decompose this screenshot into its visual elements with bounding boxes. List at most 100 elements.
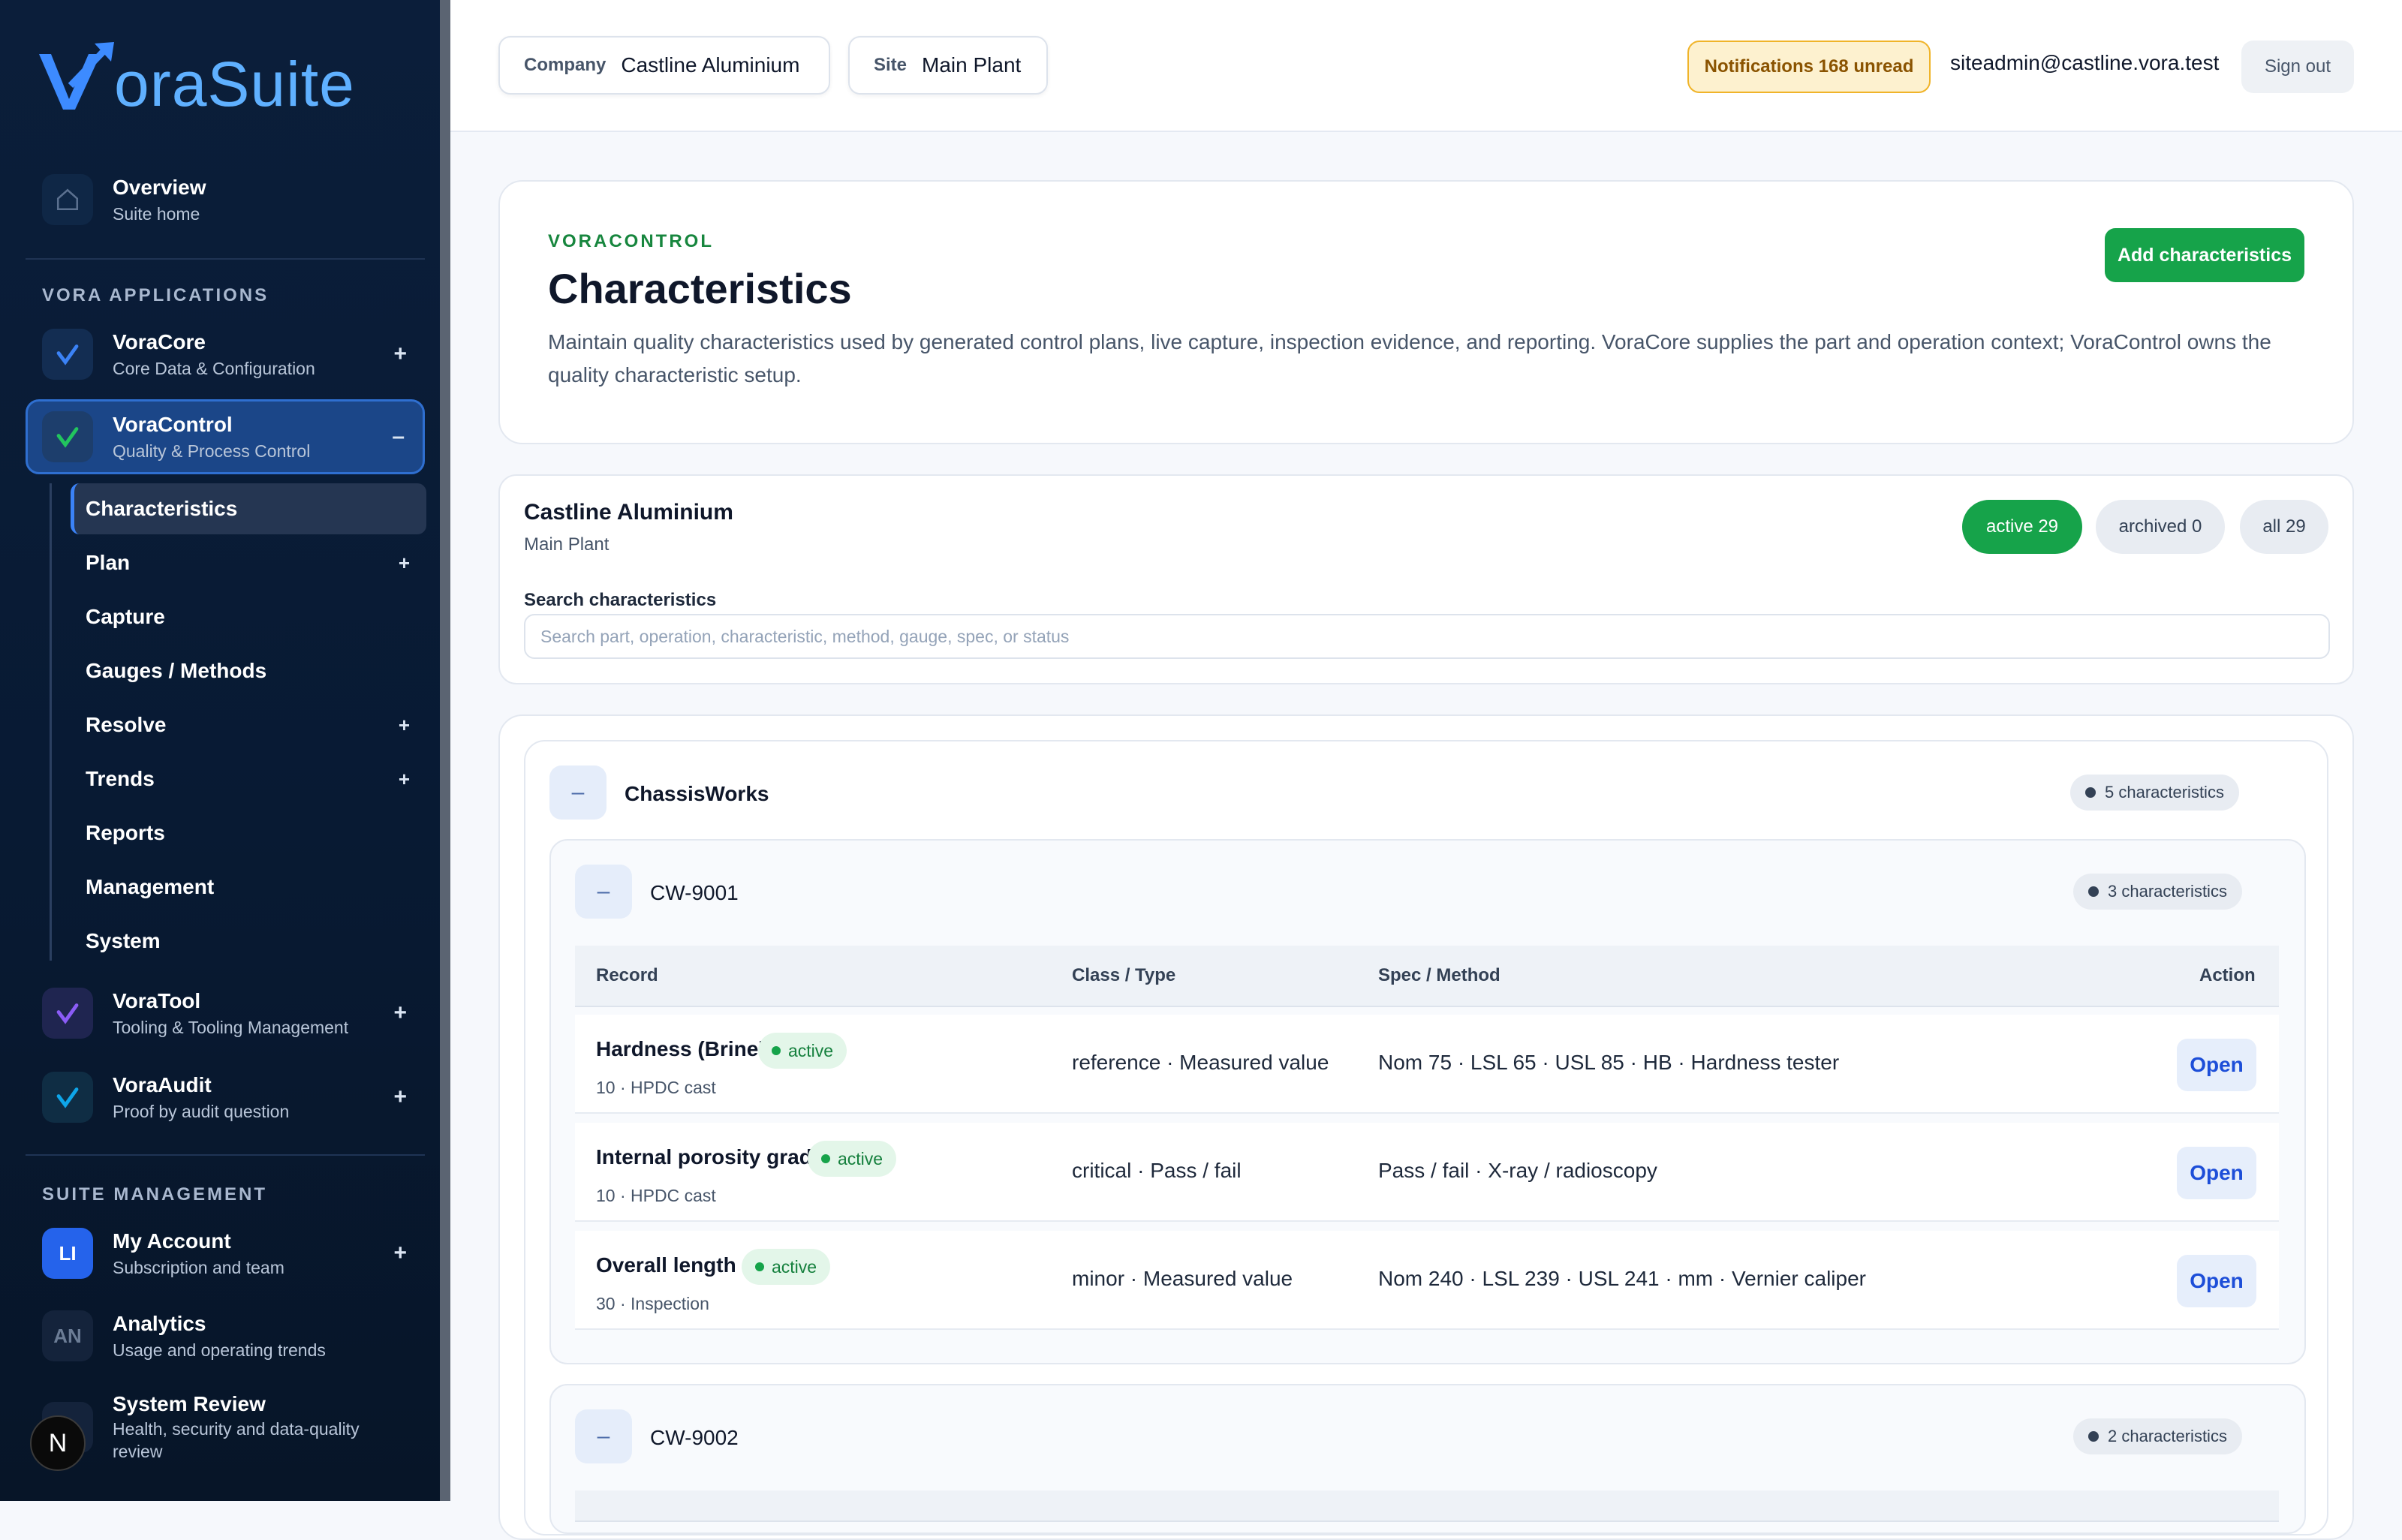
part-group: – CW-9001 3 characteristics Record Class… bbox=[549, 839, 2306, 1364]
sidebar-item-overview[interactable]: Overview Suite home bbox=[26, 162, 425, 237]
sidebar-divider bbox=[26, 258, 425, 260]
voracontrol-title: VoraControl bbox=[113, 412, 233, 436]
company-label: Company bbox=[524, 55, 607, 75]
overview-subtitle: Suite home bbox=[113, 203, 200, 224]
record-name: Overall length bbox=[596, 1253, 736, 1277]
dev-tools-toggle[interactable]: N bbox=[30, 1415, 86, 1471]
part-count: 2 characteristics bbox=[2108, 1427, 2227, 1445]
company-value: Castline Aluminium bbox=[621, 53, 800, 77]
table-row: Hardness (Brinell) active 10 · HPDC cast… bbox=[575, 1015, 2279, 1114]
class-type-cell: minor · Measured value bbox=[1072, 1267, 1293, 1290]
voracore-title: VoraCore bbox=[113, 329, 206, 353]
record-meta: 30 · Inspection bbox=[596, 1294, 709, 1313]
badge-dot bbox=[2088, 886, 2099, 897]
subnav-item-reports[interactable]: Reports bbox=[71, 808, 426, 859]
voratool-check-icon bbox=[42, 988, 93, 1039]
notifications-button[interactable]: Notifications 168 unread bbox=[1687, 41, 1931, 93]
page-header-card: VORACONTROL Characteristics Maintain qua… bbox=[498, 180, 2354, 444]
column-header-spec-method: Spec / Method bbox=[1378, 965, 1500, 985]
filter-card: Castline Aluminium Main Plant active 29 … bbox=[498, 474, 2354, 684]
search-input[interactable]: Search part, operation, characteristic, … bbox=[524, 614, 2330, 659]
subnav-label: Resolve bbox=[86, 713, 167, 736]
logo-wordmark: oraSuite bbox=[114, 49, 355, 119]
expand-icon[interactable]: + bbox=[393, 1084, 407, 1110]
subnav-item-capture[interactable]: Capture bbox=[71, 591, 426, 642]
table-header: Record Class / Type Spec / Method Action bbox=[575, 946, 2279, 1007]
filter-chip-archived[interactable]: archived 0 bbox=[2096, 500, 2225, 554]
part-number: CW-9002 bbox=[650, 1426, 739, 1449]
spec-method-cell: Pass / fail · X-ray / radioscopy bbox=[1378, 1159, 1657, 1182]
record-meta: 10 · HPDC cast bbox=[596, 1078, 716, 1097]
account-avatar: LI bbox=[42, 1228, 93, 1279]
sign-out-button[interactable]: Sign out bbox=[2241, 41, 2354, 93]
status-label: active bbox=[772, 1256, 817, 1277]
collapse-part-button[interactable]: – bbox=[575, 865, 632, 919]
column-header-record: Record bbox=[596, 965, 658, 985]
collapse-group-button[interactable]: – bbox=[549, 765, 607, 820]
group-count-badge: 5 characteristics bbox=[2070, 775, 2239, 811]
class-type-cell: critical · Pass / fail bbox=[1072, 1159, 1242, 1182]
filter-chip-all[interactable]: all 29 bbox=[2240, 500, 2328, 554]
company-selector[interactable]: Company Castline Aluminium bbox=[498, 36, 830, 95]
collapse-icon[interactable]: – bbox=[392, 424, 405, 450]
subnav-item-resolve[interactable]: Resolve + bbox=[71, 699, 426, 750]
site-selector[interactable]: Site Main Plant bbox=[848, 36, 1048, 95]
status-dot bbox=[821, 1154, 830, 1163]
subnav-item-plan[interactable]: Plan + bbox=[71, 537, 426, 588]
sidebar-item-my-account[interactable]: LI My Account Subscription and team + bbox=[26, 1216, 425, 1291]
my-account-subtitle: Subscription and team bbox=[113, 1257, 284, 1277]
sidebar-item-analytics[interactable]: AN Analytics Usage and operating trends bbox=[26, 1298, 425, 1373]
home-icon bbox=[42, 174, 93, 225]
sidebar-scrollbar[interactable] bbox=[440, 0, 450, 1501]
subnav-label: Plan bbox=[86, 551, 131, 574]
open-button[interactable]: Open bbox=[2177, 1147, 2256, 1199]
sidebar-item-voracontrol[interactable]: VoraControl Quality & Process Control – bbox=[26, 399, 425, 474]
subnav-label: Characteristics bbox=[86, 497, 238, 520]
sidebar-item-voratool[interactable]: VoraTool Tooling & Tooling Management + bbox=[26, 976, 425, 1051]
collapse-part-button[interactable]: – bbox=[575, 1409, 632, 1463]
table-row: Internal porosity grade active 10 · HPDC… bbox=[575, 1123, 2279, 1222]
sidebar-item-voracore[interactable]: VoraCore Core Data & Configuration + bbox=[26, 317, 425, 392]
voraaudit-check-icon bbox=[42, 1072, 93, 1123]
voraaudit-subtitle: Proof by audit question bbox=[113, 1101, 290, 1121]
voraaudit-title: VoraAudit bbox=[113, 1072, 212, 1096]
part-group: – CW-9002 2 characteristics bbox=[549, 1384, 2306, 1534]
subnav-rail bbox=[50, 483, 52, 961]
sidebar-divider bbox=[26, 1154, 425, 1156]
filter-chip-active[interactable]: active 29 bbox=[1962, 500, 2082, 554]
expand-icon[interactable]: + bbox=[393, 1000, 407, 1026]
subnav-item-trends[interactable]: Trends + bbox=[71, 753, 426, 805]
status-badge: active bbox=[808, 1141, 897, 1177]
add-characteristics-button[interactable]: Add characteristics bbox=[2105, 228, 2304, 282]
sidebar-item-system-review[interactable]: System Review Health, security and data-… bbox=[26, 1381, 425, 1474]
badge-dot bbox=[2088, 1431, 2099, 1442]
section-label-suite: SUITE MANAGEMENT bbox=[42, 1184, 267, 1205]
expand-icon[interactable]: + bbox=[399, 552, 410, 575]
voracontrol-subtitle: Quality & Process Control bbox=[113, 441, 311, 461]
expand-icon[interactable]: + bbox=[399, 714, 410, 737]
part-count-badge: 2 characteristics bbox=[2073, 1418, 2242, 1454]
subnav-item-gauges-methods[interactable]: Gauges / Methods bbox=[71, 645, 426, 696]
analytics-subtitle: Usage and operating trends bbox=[113, 1340, 326, 1360]
subnav-item-characteristics[interactable]: Characteristics bbox=[71, 483, 426, 534]
sidebar-item-voraaudit[interactable]: VoraAudit Proof by audit question + bbox=[26, 1060, 425, 1135]
class-type-cell: reference · Measured value bbox=[1072, 1051, 1329, 1074]
vorasuite-logo[interactable]: oraSuite bbox=[36, 33, 355, 116]
analytics-title: Analytics bbox=[113, 1311, 206, 1335]
expand-icon[interactable]: + bbox=[393, 341, 407, 367]
open-button[interactable]: Open bbox=[2177, 1039, 2256, 1091]
open-button[interactable]: Open bbox=[2177, 1255, 2256, 1307]
part-number: CW-9001 bbox=[650, 881, 739, 904]
site-value: Main Plant bbox=[922, 53, 1022, 77]
expand-icon[interactable]: + bbox=[399, 768, 410, 791]
voratool-title: VoraTool bbox=[113, 988, 201, 1012]
subnav-item-system[interactable]: System bbox=[71, 916, 426, 967]
status-badge: active bbox=[758, 1033, 847, 1069]
table-header bbox=[575, 1490, 2279, 1522]
voracore-subtitle: Core Data & Configuration bbox=[113, 358, 315, 378]
page-eyebrow: VORACONTROL bbox=[548, 231, 714, 251]
subnav-item-management[interactable]: Management bbox=[71, 862, 426, 913]
expand-icon[interactable]: + bbox=[393, 1241, 407, 1266]
status-label: active bbox=[838, 1148, 883, 1169]
analytics-avatar: AN bbox=[42, 1310, 93, 1361]
